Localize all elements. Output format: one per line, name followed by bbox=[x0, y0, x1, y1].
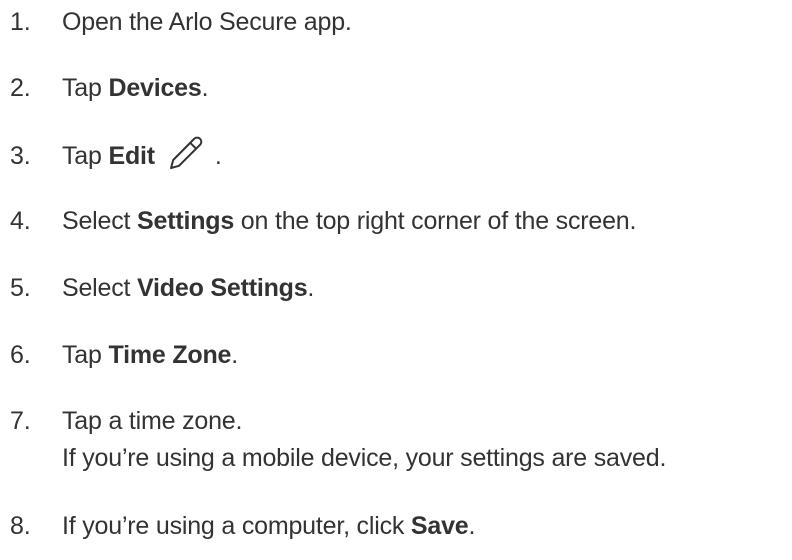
ui-term-save: Save bbox=[410, 512, 469, 540]
step-number: 4. bbox=[10, 207, 31, 235]
pencil-icon bbox=[167, 135, 203, 171]
ui-term-video-settings: Video Settings bbox=[137, 274, 308, 302]
step-text: Tap Devices. bbox=[62, 74, 209, 102]
step-number: 6. bbox=[10, 341, 31, 369]
step-text: Select Settings on the top right corner … bbox=[62, 207, 637, 235]
ui-term-settings: Settings bbox=[137, 207, 235, 235]
step-note: If you’re using a mobile device, your se… bbox=[62, 444, 667, 472]
step-number: 3. bbox=[10, 142, 31, 170]
ui-term-devices: Devices bbox=[108, 74, 202, 102]
step-number: 2. bbox=[10, 74, 31, 102]
step-text: Tap Time Zone. bbox=[62, 341, 238, 369]
step-number: 1. bbox=[10, 8, 31, 36]
ui-term-time-zone: Time Zone bbox=[108, 341, 232, 369]
step-number: 5. bbox=[10, 274, 31, 302]
step-text: Tap Edit. bbox=[62, 136, 222, 172]
step-text: Select Video Settings. bbox=[62, 274, 315, 302]
step-number: 8. bbox=[10, 512, 31, 540]
step-text: If you’re using a computer, click Save. bbox=[62, 512, 476, 540]
step-text: Open the Arlo Secure app. bbox=[62, 8, 352, 36]
ui-term-edit: Edit bbox=[108, 142, 155, 170]
step-number: 7. bbox=[10, 407, 31, 435]
instruction-steps: 1. Open the Arlo Secure app. 2. Tap Devi… bbox=[0, 0, 792, 560]
step-text: Tap a time zone. bbox=[62, 407, 243, 435]
